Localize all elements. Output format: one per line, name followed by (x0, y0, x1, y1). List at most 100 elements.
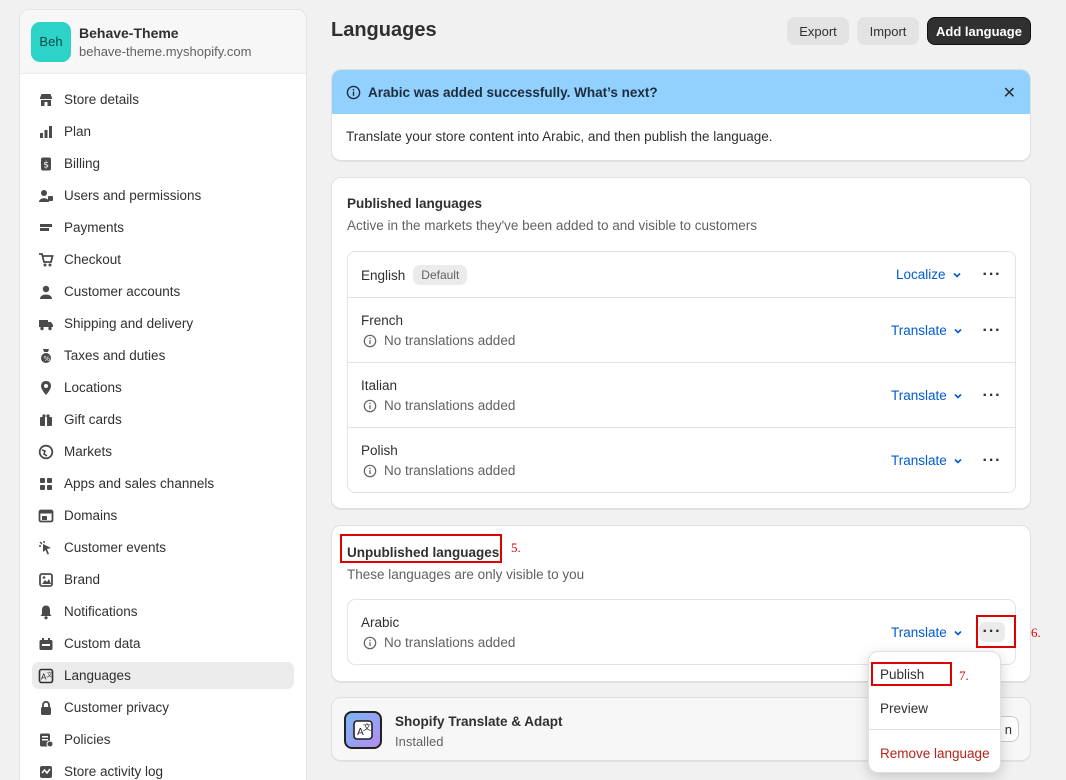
page-title: Languages (331, 19, 437, 41)
sidebar-item-label: Languages (64, 668, 131, 683)
sidebar-item-label: Gift cards (64, 412, 122, 427)
sidebar-item-apps-and-sales-channels[interactable]: Apps and sales channels (32, 470, 294, 497)
sidebar-item-users-and-permissions[interactable]: Users and permissions (32, 182, 294, 209)
sidebar-item-gift-cards[interactable]: Gift cards (32, 406, 294, 433)
users-icon (38, 188, 54, 204)
export-button[interactable]: Export (787, 17, 849, 45)
chevron-down-icon (954, 458, 962, 464)
translate-app-icon: A文 (344, 711, 382, 749)
info-icon (363, 399, 377, 413)
sidebar-item-label: Apps and sales channels (64, 476, 215, 491)
translation-status: No translations added (363, 635, 515, 650)
store-header[interactable]: Beh Behave-Theme behave-theme.myshopify.… (20, 10, 306, 74)
sidebar-item-store-details[interactable]: Store details (32, 86, 294, 113)
sidebar-item-notifications[interactable]: Notifications (32, 598, 294, 625)
sidebar-item-label: Store details (64, 92, 140, 107)
cart-icon (38, 252, 54, 268)
more-actions-icon[interactable]: ··· (979, 386, 1005, 406)
sidebar-item-label: Users and permissions (64, 188, 202, 203)
published-languages-card: Published languages Active in the market… (331, 177, 1031, 509)
store-url: behave-theme.myshopify.com (79, 43, 252, 59)
plan-icon (38, 124, 54, 140)
sidebar-item-domains[interactable]: Domains (32, 502, 294, 529)
info-icon (363, 636, 377, 650)
svg-text:文: 文 (47, 671, 53, 679)
language-name: English (361, 267, 406, 283)
sidebar-item-label: Billing (64, 156, 101, 171)
sidebar-item-plan[interactable]: Plan (32, 118, 294, 145)
location-icon (38, 380, 54, 396)
language-name: Arabic (361, 615, 400, 630)
sidebar-item-customer-accounts[interactable]: Customer accounts (32, 278, 294, 305)
sidebar-item-label: Checkout (64, 252, 122, 267)
sidebar-item-brand[interactable]: Brand (32, 566, 294, 593)
sidebar-item-label: Brand (64, 572, 101, 587)
sidebar-item-customer-events[interactable]: Customer events (32, 534, 294, 561)
sidebar-item-label: Markets (64, 444, 113, 459)
sidebar-item-locations[interactable]: Locations (32, 374, 294, 401)
translation-status: No translations added (363, 398, 515, 413)
sidebar-item-label: Store activity log (64, 764, 164, 779)
close-icon[interactable]: ✕ (1003, 83, 1016, 103)
sidebar-item-label: Payments (64, 220, 125, 235)
localize-label: Localize (896, 267, 946, 282)
chevron-down-icon (954, 328, 962, 334)
more-actions-icon[interactable]: ··· (979, 265, 1005, 285)
chevron-down-icon (954, 630, 962, 636)
translate-dropdown[interactable]: Translate (891, 323, 963, 338)
sidebar-item-label: Locations (64, 380, 122, 395)
annotation-step7: 7. (959, 668, 969, 683)
sidebar-item-label: Plan (64, 124, 92, 139)
app-status: Installed (395, 734, 444, 749)
sidebar-item-label: Policies (64, 732, 111, 747)
sidebar-item-store-activity-log[interactable]: Store activity log (32, 758, 294, 780)
sidebar-item-languages[interactable]: A 文 Languages (32, 662, 294, 689)
sidebar-item-checkout[interactable]: Checkout (32, 246, 294, 273)
bell-icon (38, 604, 54, 620)
chevron-down-icon (952, 272, 961, 278)
preview-menu-item[interactable]: Preview (880, 701, 928, 716)
info-icon (363, 464, 377, 478)
language-row-italian: Italian No translations added Translate … (348, 363, 1015, 428)
publish-menu-item[interactable]: Publish (880, 667, 924, 682)
domains-icon (38, 508, 54, 524)
more-actions-icon[interactable]: ··· (979, 451, 1005, 471)
settings-sidebar: Beh Behave-Theme behave-theme.myshopify.… (19, 9, 307, 780)
brand-icon (38, 572, 54, 588)
translate-dropdown[interactable]: Translate (891, 625, 963, 640)
translation-status: No translations added (363, 333, 515, 348)
remove-language-menu-item[interactable]: Remove language (880, 746, 990, 761)
unpublished-title: Unpublished languages (347, 545, 500, 560)
published-title: Published languages (347, 196, 483, 211)
sidebar-item-billing[interactable]: $ Billing (32, 150, 294, 177)
info-icon (363, 334, 377, 348)
more-actions-icon[interactable]: ··· (979, 321, 1005, 341)
import-button[interactable]: Import (857, 17, 919, 45)
svg-text:$: $ (43, 160, 49, 170)
sidebar-item-markets[interactable]: Markets (32, 438, 294, 465)
banner-title: Arabic was added successfully. What’s ne… (368, 84, 658, 100)
sidebar-item-payments[interactable]: Payments (32, 214, 294, 241)
language-row-english: English Default Localize ··· (348, 252, 1015, 298)
localize-dropdown[interactable]: Localize (896, 267, 962, 282)
store-name: Behave-Theme (79, 24, 179, 41)
translate-dropdown[interactable]: Translate (891, 388, 963, 403)
truck-icon (38, 316, 54, 332)
more-actions-icon[interactable]: ··· (979, 622, 1005, 642)
sidebar-item-label: Taxes and duties (64, 348, 166, 363)
sidebar-item-shipping-and-delivery[interactable]: Shipping and delivery (32, 310, 294, 337)
translate-dropdown[interactable]: Translate (891, 453, 963, 468)
sidebar-item-taxes-and-duties[interactable]: % Taxes and duties (32, 342, 294, 369)
sidebar-item-policies[interactable]: Policies (32, 726, 294, 753)
payments-icon (38, 220, 54, 236)
sidebar-item-customer-privacy[interactable]: Customer privacy (32, 694, 294, 721)
billing-icon: $ (38, 156, 54, 172)
lock-icon (38, 700, 54, 716)
banner-body: Translate your store content into Arabic… (346, 129, 773, 144)
language-name: French (361, 313, 404, 328)
add-language-button[interactable]: Add language (927, 17, 1031, 45)
sidebar-item-custom-data[interactable]: Custom data (32, 630, 294, 657)
cursor-icon (38, 540, 54, 556)
menu-divider (869, 729, 1000, 730)
language-row-french: French No translations added Translate ·… (348, 298, 1015, 363)
